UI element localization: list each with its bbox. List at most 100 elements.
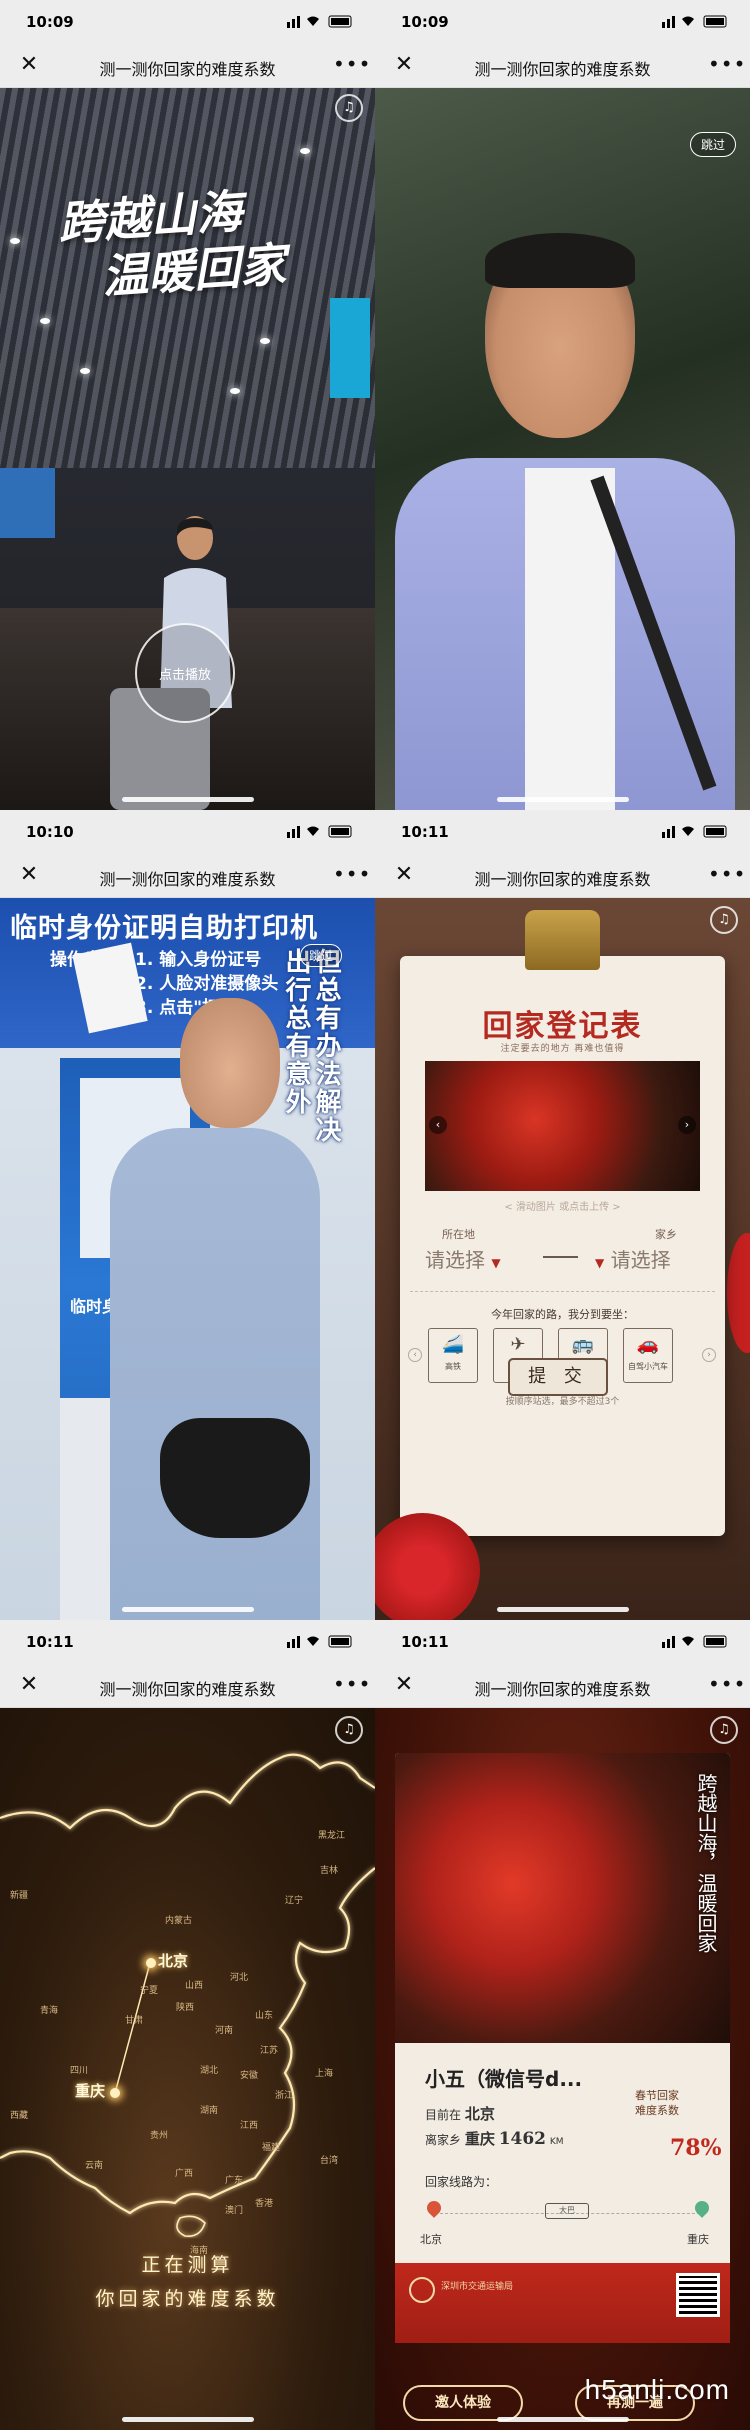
transport-question: 今年回家的路，我分到要坐：	[491, 1308, 634, 1321]
chevron-right-icon[interactable]: ›	[678, 1116, 696, 1134]
home-indicator	[496, 2417, 629, 2422]
province-label: 宁夏	[140, 1986, 159, 1996]
submit-button[interactable]: 提 交	[508, 1358, 608, 1396]
province-label: 山东	[255, 2011, 274, 2021]
status-icons	[287, 1635, 352, 1648]
from-select[interactable]: 请选择 ▼	[425, 1244, 501, 1273]
divider	[410, 1291, 715, 1292]
province-label: 新疆	[10, 1891, 29, 1901]
close-icon[interactable]: ✕	[18, 54, 40, 76]
wechat-navbar: ✕ 测一测你回家的难度系数 •••	[375, 1664, 750, 1708]
status-bar: 10:11	[375, 810, 750, 854]
to-select[interactable]: ▼ 请选择	[595, 1244, 671, 1273]
province-label: 湖南	[200, 2106, 219, 2116]
mode-label: 自驾小汽车	[628, 1362, 668, 1371]
video-frame: 跳过	[375, 88, 750, 810]
play-video-button[interactable]: 点击播放	[135, 623, 235, 723]
music-toggle-icon[interactable]: ♫	[335, 1716, 363, 1744]
status-bar: 10:09	[0, 0, 375, 44]
mode-highspeed-rail[interactable]: 🚄 高铁	[428, 1328, 478, 1383]
close-icon[interactable]: ✕	[393, 54, 415, 76]
status-bar: 10:11	[0, 1620, 375, 1664]
close-icon[interactable]: ✕	[18, 1674, 40, 1696]
ceiling-light	[40, 318, 50, 324]
user-name: 小五（微信号d...	[425, 2067, 583, 2091]
status-icons	[662, 1635, 727, 1648]
current-label: 目前在	[425, 2108, 462, 2122]
to-label: 家乡	[655, 1228, 677, 1241]
status-icons	[662, 825, 727, 838]
page-title: 测一测你回家的难度系数	[474, 60, 651, 79]
video-frame: 跨越山海 温暖回家 点击播放 ♫	[0, 88, 375, 810]
more-dots-icon[interactable]: •••	[333, 52, 370, 76]
skip-button[interactable]: 跳过	[300, 944, 343, 967]
province-label: 江苏	[260, 2046, 279, 2056]
status-time: 10:09	[401, 13, 449, 31]
more-dots-icon[interactable]: •••	[333, 1672, 370, 1696]
from-label: 所在地	[442, 1228, 475, 1241]
start-pin-icon	[424, 2198, 444, 2218]
status-bar: 10:10	[0, 810, 375, 854]
form-title: 回家登记表	[482, 1009, 643, 1044]
route-to: 重庆	[687, 2233, 709, 2246]
sponsor-name: 深圳市交通运输局	[441, 2282, 514, 2292]
traveler-hair	[485, 233, 635, 288]
page-title: 测一测你回家的难度系数	[99, 1680, 276, 1699]
close-icon[interactable]: ✕	[393, 864, 415, 886]
close-icon[interactable]: ✕	[393, 1674, 415, 1696]
chevron-right-icon[interactable]: ›	[702, 1348, 716, 1362]
screen-video-kiosk: 10:10 ✕ 测一测你回家的难度系数 ••• 临时身份证明自助打印机 操作步骤…	[0, 810, 375, 1620]
status-time: 10:09	[26, 13, 74, 31]
video-frame: 临时身份证明自助打印机 操作步骤：1. 输入身份证号 2. 人脸对准摄像头 3.…	[0, 898, 375, 1620]
chevron-left-icon[interactable]: ‹	[429, 1116, 447, 1134]
registration-card: 回家登记表 注定要去的地方 再难也值得 ‹ › < 滑动图片 或点击上传 > 所…	[400, 956, 725, 1536]
more-dots-icon[interactable]: •••	[708, 1672, 745, 1696]
mode-car[interactable]: 🚗 自驾小汽车	[623, 1328, 673, 1383]
sponsor-stripe: 深圳市交通运输局	[395, 2263, 730, 2343]
more-dots-icon[interactable]: •••	[708, 862, 745, 886]
traveler-body	[110, 1128, 320, 1620]
lantern-photo[interactable]: ‹ ›	[425, 1061, 700, 1191]
route-arrow	[543, 1256, 578, 1258]
home-indicator	[121, 2417, 254, 2422]
music-toggle-icon[interactable]: ♫	[710, 906, 738, 934]
more-dots-icon[interactable]: •••	[333, 862, 370, 886]
province-label: 河南	[215, 2026, 234, 2036]
dropdown-icon: ▼	[491, 1256, 501, 1270]
province-label: 四川	[70, 2066, 89, 2076]
ceiling-light	[260, 338, 270, 344]
ceiling-light	[230, 388, 240, 394]
coef-label-1: 春节回家	[635, 2089, 679, 2102]
close-icon[interactable]: ✕	[18, 864, 40, 886]
coef-value: 78%	[670, 2135, 722, 2161]
province-label: 香港	[255, 2199, 274, 2209]
province-label: 澳门	[225, 2206, 244, 2216]
invite-button[interactable]: 邀人体验	[403, 2385, 523, 2421]
music-toggle-icon[interactable]: ♫	[710, 1716, 738, 1744]
result-screen: 跨越山海，温暖回家 小五（微信号d... 目前在 北京 离家乡 重庆 1462 …	[375, 1708, 750, 2430]
train-icon: 🚄	[441, 1334, 465, 1355]
screen-registration-form: 10:11 ✕ 测一测你回家的难度系数 ••• 回家登记表 注定要去的地方 再难…	[375, 810, 750, 1620]
chevron-left-icon[interactable]: ‹	[408, 1348, 422, 1362]
binder-clip-icon	[525, 910, 600, 970]
province-label: 甘肃	[125, 2016, 144, 2026]
skip-button[interactable]: 跳过	[689, 132, 736, 157]
page-title: 测一测你回家的难度系数	[474, 870, 651, 889]
music-toggle-icon[interactable]: ♫	[335, 94, 363, 122]
province-label: 辽宁	[285, 1896, 304, 1906]
more-dots-icon[interactable]: •••	[708, 52, 745, 76]
bus-icon: 大巴	[545, 2203, 589, 2219]
map-screen: 北京 重庆 黑龙江 吉林 辽宁 内蒙古 宁夏 山西 河北 陕西 甘肃 青海 河南…	[0, 1708, 375, 2430]
page-title: 测一测你回家的难度系数	[99, 60, 276, 79]
calc-line-2: 你回家的难度系数	[95, 2288, 280, 2310]
site-watermark: h5anli.com	[584, 2374, 730, 2405]
screen-result-poster: 10:11 ✕ 测一测你回家的难度系数 ••• 跨越山海，温暖回家 小五（微信号…	[375, 1620, 750, 2430]
wechat-navbar: ✕ 测一测你回家的难度系数 •••	[375, 44, 750, 88]
status-time: 10:11	[401, 1633, 449, 1651]
home-city: 重庆	[464, 2130, 495, 2148]
screen-video-running: 10:09 ✕ 测一测你回家的难度系数 ••• 跳过	[375, 0, 750, 810]
intro-headline: 跨越山海 温暖回家	[56, 180, 287, 307]
result-poster: 跨越山海，温暖回家 小五（微信号d... 目前在 北京 离家乡 重庆 1462 …	[395, 1753, 730, 2343]
province-label: 河北	[230, 1973, 249, 1983]
province-label: 西藏	[10, 2111, 29, 2121]
